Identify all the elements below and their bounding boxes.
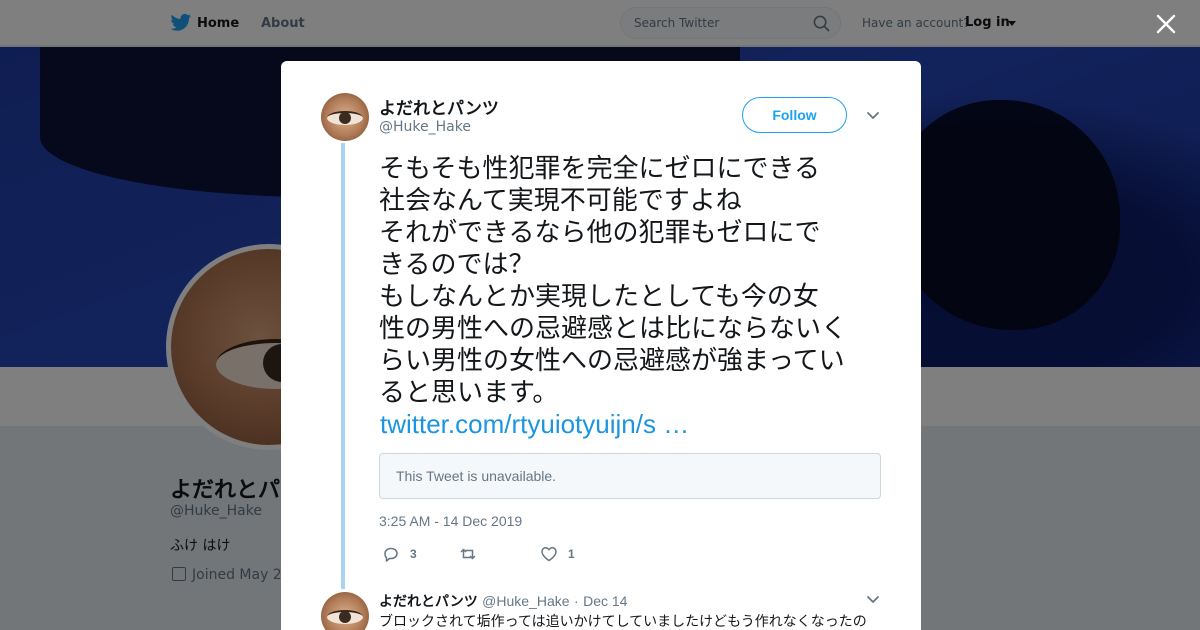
reply-count: 3 xyxy=(410,547,417,561)
chevron-down-icon[interactable] xyxy=(866,595,880,605)
author-name[interactable]: よだれとパンツ xyxy=(379,94,499,119)
like-button[interactable]: 1 xyxy=(540,545,575,563)
reply-icon xyxy=(384,547,398,562)
retweet-button[interactable] xyxy=(459,545,477,563)
reply-author-handle[interactable]: @Huke_Hake xyxy=(482,593,569,609)
reply-text: ブロックされて垢作っては追いかけてしていましたけどもう作れなくなったの xyxy=(379,614,867,630)
reply-author-name[interactable]: よだれとパンツ xyxy=(379,594,478,610)
follow-button[interactable]: Follow xyxy=(742,97,847,133)
quoted-tweet-box: This Tweet is unavailable. xyxy=(379,453,881,499)
tweet-text-line: もしなんとか実現したとしても今の女 xyxy=(379,282,819,312)
reply-date[interactable]: Dec 14 xyxy=(583,593,627,609)
avatar[interactable] xyxy=(321,93,369,141)
tweet-text-line: それができるなら他の犯罪もゼロにで xyxy=(379,218,821,248)
reply-button[interactable]: 3 xyxy=(382,545,417,563)
thread-connector-line xyxy=(341,143,345,589)
reply-separator: · xyxy=(573,593,579,609)
heart-icon xyxy=(541,547,557,562)
retweet-icon xyxy=(460,548,476,560)
tweet-text-line: ると思います。 xyxy=(379,378,559,408)
quoted-unavailable-text: This Tweet is unavailable. xyxy=(396,468,557,484)
tweet-text-line: 性の男性への忌避感とは比にならないく xyxy=(379,314,848,344)
tweet-text-line: そもそも性犯罪を完全にゼロにできる xyxy=(379,154,820,184)
like-count: 1 xyxy=(568,547,575,561)
avatar[interactable] xyxy=(321,592,369,630)
close-icon[interactable] xyxy=(1154,12,1178,36)
tweet-text: そもそも性犯罪を完全にゼロにできる 社会なんて実現不可能ですよね それができるな… xyxy=(379,153,889,409)
tweet-text-line: きるのでは？ xyxy=(379,250,535,280)
tweet-text-line: らい男性の女性への忌避感が強まってい xyxy=(379,346,845,376)
tweet-timestamp[interactable]: 3:25 AM - 14 Dec 2019 xyxy=(379,513,522,529)
tweet-text-line: 社会なんて実現不可能ですよね xyxy=(379,186,742,216)
chevron-down-icon[interactable] xyxy=(866,111,880,121)
tweet-link[interactable]: twitter.com/rtyuiotyuijn/s … xyxy=(380,409,689,440)
reply-header: よだれとパンツ @Huke_Hake · Dec 14 xyxy=(379,591,627,611)
author-handle[interactable]: @Huke_Hake xyxy=(379,119,471,135)
tweet-modal: よだれとパンツ @Huke_Hake Follow そもそも性犯罪を完全にゼロに… xyxy=(281,61,921,630)
